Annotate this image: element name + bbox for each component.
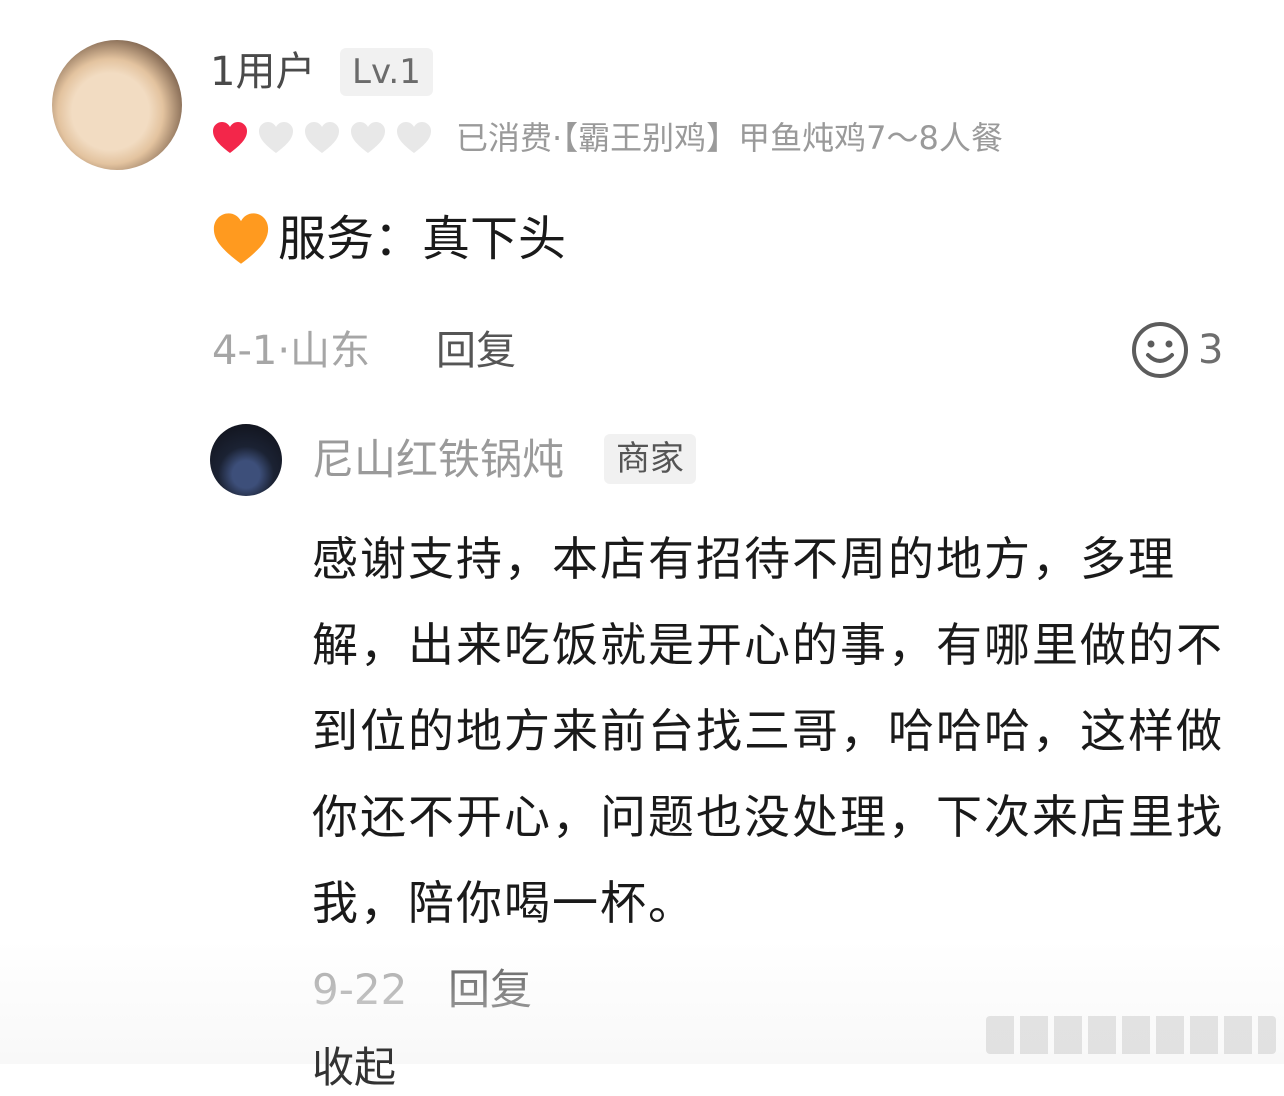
rating-hearts: [210, 118, 434, 158]
merchant-reply-button[interactable]: 回复: [448, 962, 532, 1018]
level-badge: Lv.1: [340, 48, 433, 96]
merchant-badge: 商家: [604, 434, 696, 484]
heart-filled-icon: [213, 122, 247, 153]
heart-empty-icon: [397, 122, 431, 153]
smile-icon[interactable]: [1130, 320, 1190, 380]
watermark: [986, 1016, 1276, 1054]
heart-empty-icon: [259, 122, 293, 153]
heart-empty-icon: [305, 122, 339, 153]
review-text-content: 服务：真下头: [278, 211, 567, 267]
orange-heart-icon: [213, 213, 269, 264]
merchant-avatar[interactable]: [210, 424, 282, 496]
collapse-link[interactable]: 收起: [312, 1040, 396, 1096]
review-text: 服务：真下头: [210, 206, 566, 272]
user-avatar[interactable]: [52, 40, 182, 170]
heart-empty-icon: [351, 122, 385, 153]
purchase-info[interactable]: 已消费·【霸王别鸡】甲鱼炖鸡7～8人餐: [456, 116, 1003, 160]
username[interactable]: 1用户: [210, 44, 315, 100]
like-count: 3: [1198, 327, 1224, 373]
comment-date-location: 4-1·山东: [212, 328, 371, 374]
merchant-name[interactable]: 尼山红铁锅炖: [312, 432, 564, 488]
merchant-reply-text: 感谢支持，本店有招待不周的地方，多理解，出来吃饭就是开心的事，有哪里做的不到位的…: [312, 532, 1224, 930]
merchant-reply-date: 9-22: [312, 965, 408, 1014]
reply-button[interactable]: 回复: [436, 324, 516, 378]
like-button[interactable]: 3: [1130, 320, 1223, 380]
